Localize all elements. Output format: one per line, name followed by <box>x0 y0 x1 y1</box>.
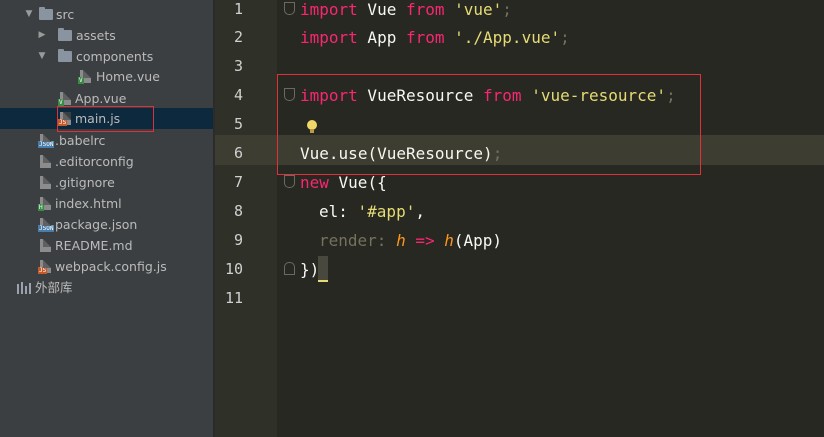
chevron-right-icon[interactable]: ▶ <box>37 25 47 46</box>
line-number: 1 <box>233 0 243 18</box>
json-file-icon: JSON <box>38 218 55 232</box>
line-number: 7 <box>233 173 243 191</box>
text-file-icon <box>40 239 51 252</box>
line-number: 3 <box>233 57 243 75</box>
tree-item-label: src <box>56 7 75 22</box>
code-line-1: import Vue from 'vue'; <box>300 0 512 19</box>
tree-item-label: webpack.config.js <box>55 259 167 274</box>
tree-item-label: components <box>76 49 154 64</box>
code-line-10: }) <box>300 260 320 279</box>
chevron-down-icon[interactable]: ▼ <box>37 46 47 67</box>
tree-item-assets[interactable]: ▶ assets <box>0 25 213 46</box>
text-file-icon <box>40 155 51 168</box>
chevron-down-icon[interactable]: ▼ <box>24 4 34 25</box>
js-file-icon: JS <box>38 260 51 274</box>
tree-item-index-html[interactable]: H index.html <box>0 193 213 214</box>
libraries-icon <box>17 282 31 294</box>
folder-icon <box>58 28 72 41</box>
line-number: 2 <box>233 28 243 46</box>
tree-item-label: README.md <box>55 238 133 253</box>
vue-file-icon: V <box>78 70 91 84</box>
project-tree: ▼ src ▶ assets ▼ components V Home.vue V… <box>0 0 213 437</box>
annotation-box-main-js <box>57 106 154 132</box>
code-line-2: import App from './App.vue'; <box>300 28 570 47</box>
tree-item-components[interactable]: ▼ components <box>0 46 213 67</box>
tree-item-label: 外部库 <box>35 280 73 295</box>
tree-item-label: .editorconfig <box>55 154 134 169</box>
line-number: 9 <box>233 231 243 249</box>
text-file-icon <box>40 176 51 189</box>
line-number: 5 <box>233 115 243 133</box>
line-number: 11 <box>224 289 243 307</box>
tree-item-webpack-config[interactable]: JS webpack.config.js <box>0 256 213 277</box>
tree-item-readme[interactable]: README.md <box>0 235 213 256</box>
tree-item-external-libraries[interactable]: 外部库 <box>0 277 213 298</box>
fold-end-marker-icon[interactable] <box>284 262 295 275</box>
tree-item-label: Home.vue <box>96 69 160 84</box>
tree-item-babelrc[interactable]: JSON .babelrc <box>0 130 213 151</box>
tree-item-gitignore[interactable]: .gitignore <box>0 172 213 193</box>
text-cursor <box>318 256 328 282</box>
tree-item-label: index.html <box>55 196 122 211</box>
fold-marker-icon[interactable] <box>284 175 295 188</box>
vue-file-icon: V <box>58 92 71 106</box>
line-number: 8 <box>233 202 243 220</box>
json-file-icon: JSON <box>38 134 55 148</box>
folder-icon <box>58 49 72 62</box>
tree-item-home-vue[interactable]: V Home.vue <box>0 66 213 87</box>
tree-item-package-json[interactable]: JSON package.json <box>0 214 213 235</box>
tree-item-src[interactable]: ▼ src <box>0 4 213 25</box>
line-number: 10 <box>224 260 243 278</box>
code-line-8: el: '#app', <box>319 202 425 221</box>
fold-marker-icon[interactable] <box>284 2 295 15</box>
tree-item-editorconfig[interactable]: .editorconfig <box>0 151 213 172</box>
folder-icon <box>39 7 53 20</box>
tree-item-label: assets <box>76 28 116 43</box>
tree-item-label: .babelrc <box>55 133 106 148</box>
tree-item-label: package.json <box>55 217 138 232</box>
line-number: 4 <box>233 86 243 104</box>
annotation-box-vue-resource <box>277 74 701 175</box>
code-line-9: render: h => h(App) <box>319 231 503 250</box>
html-file-icon: H <box>38 197 51 211</box>
line-number: 6 <box>233 144 243 162</box>
tree-item-label: .gitignore <box>55 175 115 190</box>
